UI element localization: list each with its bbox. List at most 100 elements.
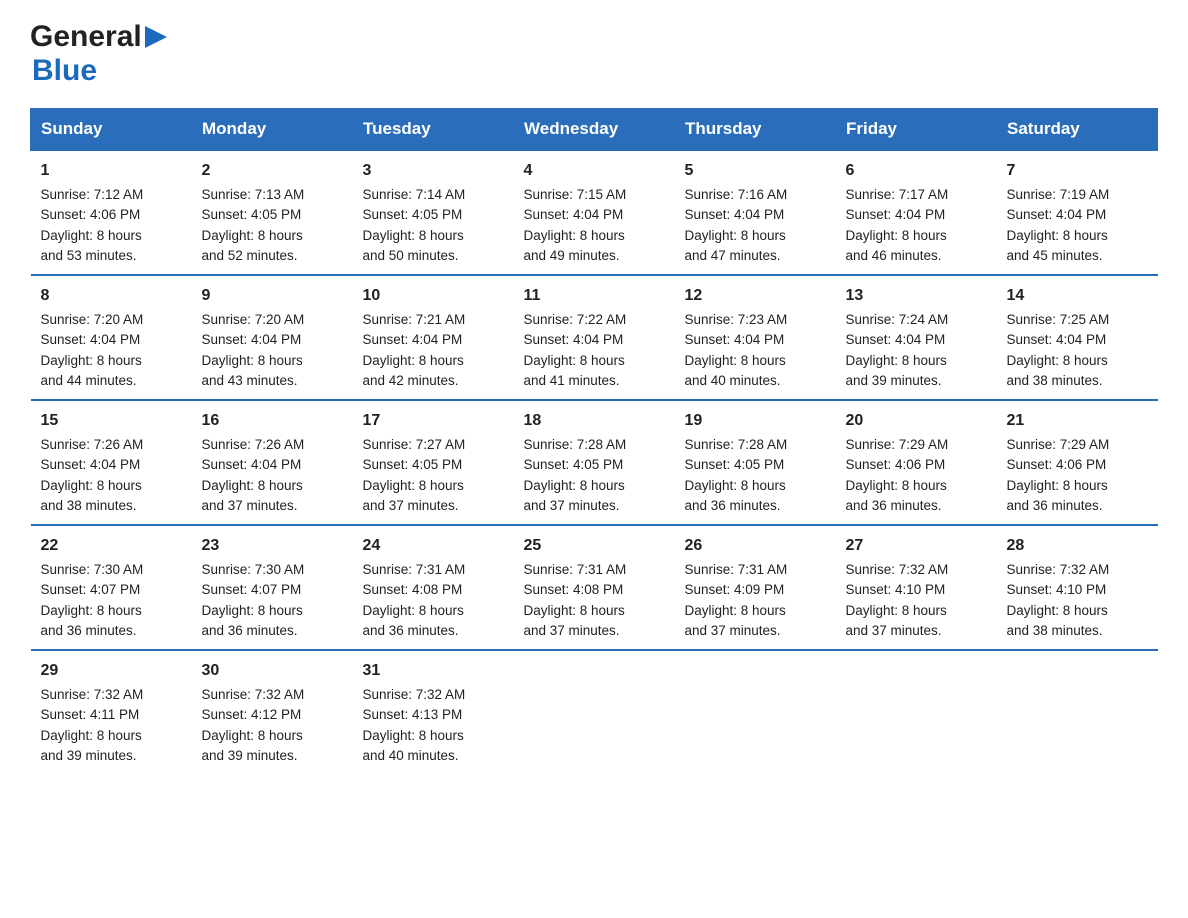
daylight-minutes: and 43 minutes. xyxy=(202,373,298,388)
sunset-label: Sunset: 4:04 PM xyxy=(202,457,302,472)
daylight-minutes: and 40 minutes. xyxy=(685,373,781,388)
weekday-header-wednesday: Wednesday xyxy=(514,109,675,151)
daylight-label: Daylight: 8 hours xyxy=(524,478,625,493)
day-number: 27 xyxy=(846,534,987,558)
calendar-cell xyxy=(836,650,997,774)
day-number: 22 xyxy=(41,534,182,558)
day-number: 21 xyxy=(1007,409,1148,433)
calendar-week-row: 1 Sunrise: 7:12 AM Sunset: 4:06 PM Dayli… xyxy=(31,150,1158,275)
sunset-label: Sunset: 4:07 PM xyxy=(202,582,302,597)
day-number: 10 xyxy=(363,284,504,308)
sunset-label: Sunset: 4:04 PM xyxy=(1007,332,1107,347)
sunrise-label: Sunrise: 7:26 AM xyxy=(41,437,144,452)
daylight-minutes: and 41 minutes. xyxy=(524,373,620,388)
sunrise-label: Sunrise: 7:20 AM xyxy=(41,312,144,327)
daylight-minutes: and 38 minutes. xyxy=(1007,623,1103,638)
sunset-label: Sunset: 4:13 PM xyxy=(363,707,463,722)
sunrise-label: Sunrise: 7:32 AM xyxy=(1007,562,1110,577)
sunrise-label: Sunrise: 7:31 AM xyxy=(524,562,627,577)
daylight-label: Daylight: 8 hours xyxy=(202,603,303,618)
sunrise-label: Sunrise: 7:21 AM xyxy=(363,312,466,327)
sunrise-label: Sunrise: 7:16 AM xyxy=(685,187,788,202)
sunrise-label: Sunrise: 7:26 AM xyxy=(202,437,305,452)
daylight-label: Daylight: 8 hours xyxy=(685,478,786,493)
daylight-label: Daylight: 8 hours xyxy=(41,478,142,493)
daylight-minutes: and 37 minutes. xyxy=(524,623,620,638)
daylight-minutes: and 39 minutes. xyxy=(202,748,298,763)
day-number: 6 xyxy=(846,159,987,183)
day-number: 4 xyxy=(524,159,665,183)
calendar-cell: 22 Sunrise: 7:30 AM Sunset: 4:07 PM Dayl… xyxy=(31,525,192,650)
daylight-minutes: and 45 minutes. xyxy=(1007,248,1103,263)
weekday-header-thursday: Thursday xyxy=(675,109,836,151)
sunrise-label: Sunrise: 7:31 AM xyxy=(363,562,466,577)
sunrise-label: Sunrise: 7:28 AM xyxy=(685,437,788,452)
daylight-label: Daylight: 8 hours xyxy=(363,353,464,368)
daylight-minutes: and 52 minutes. xyxy=(202,248,298,263)
calendar-cell: 6 Sunrise: 7:17 AM Sunset: 4:04 PM Dayli… xyxy=(836,150,997,275)
daylight-label: Daylight: 8 hours xyxy=(202,228,303,243)
sunset-label: Sunset: 4:04 PM xyxy=(685,207,785,222)
daylight-label: Daylight: 8 hours xyxy=(846,478,947,493)
calendar-cell: 26 Sunrise: 7:31 AM Sunset: 4:09 PM Dayl… xyxy=(675,525,836,650)
calendar-cell: 17 Sunrise: 7:27 AM Sunset: 4:05 PM Dayl… xyxy=(353,400,514,525)
sunset-label: Sunset: 4:04 PM xyxy=(524,207,624,222)
weekday-header-row: SundayMondayTuesdayWednesdayThursdayFrid… xyxy=(31,109,1158,151)
sunrise-label: Sunrise: 7:17 AM xyxy=(846,187,949,202)
daylight-label: Daylight: 8 hours xyxy=(1007,353,1108,368)
daylight-label: Daylight: 8 hours xyxy=(202,353,303,368)
calendar-cell: 20 Sunrise: 7:29 AM Sunset: 4:06 PM Dayl… xyxy=(836,400,997,525)
calendar-cell: 31 Sunrise: 7:32 AM Sunset: 4:13 PM Dayl… xyxy=(353,650,514,774)
sunrise-label: Sunrise: 7:14 AM xyxy=(363,187,466,202)
daylight-label: Daylight: 8 hours xyxy=(846,603,947,618)
daylight-minutes: and 36 minutes. xyxy=(202,623,298,638)
weekday-header-friday: Friday xyxy=(836,109,997,151)
calendar-cell: 7 Sunrise: 7:19 AM Sunset: 4:04 PM Dayli… xyxy=(997,150,1158,275)
daylight-minutes: and 37 minutes. xyxy=(202,498,298,513)
daylight-minutes: and 37 minutes. xyxy=(685,623,781,638)
daylight-label: Daylight: 8 hours xyxy=(202,728,303,743)
daylight-minutes: and 40 minutes. xyxy=(363,748,459,763)
sunrise-label: Sunrise: 7:20 AM xyxy=(202,312,305,327)
day-number: 5 xyxy=(685,159,826,183)
calendar-cell: 12 Sunrise: 7:23 AM Sunset: 4:04 PM Dayl… xyxy=(675,275,836,400)
day-number: 28 xyxy=(1007,534,1148,558)
daylight-label: Daylight: 8 hours xyxy=(685,603,786,618)
daylight-label: Daylight: 8 hours xyxy=(524,228,625,243)
calendar-cell: 10 Sunrise: 7:21 AM Sunset: 4:04 PM Dayl… xyxy=(353,275,514,400)
calendar-cell: 1 Sunrise: 7:12 AM Sunset: 4:06 PM Dayli… xyxy=(31,150,192,275)
daylight-minutes: and 42 minutes. xyxy=(363,373,459,388)
daylight-minutes: and 37 minutes. xyxy=(846,623,942,638)
calendar-cell: 27 Sunrise: 7:32 AM Sunset: 4:10 PM Dayl… xyxy=(836,525,997,650)
daylight-label: Daylight: 8 hours xyxy=(524,353,625,368)
calendar-week-row: 15 Sunrise: 7:26 AM Sunset: 4:04 PM Dayl… xyxy=(31,400,1158,525)
daylight-label: Daylight: 8 hours xyxy=(1007,478,1108,493)
sunset-label: Sunset: 4:05 PM xyxy=(685,457,785,472)
day-number: 1 xyxy=(41,159,182,183)
sunrise-label: Sunrise: 7:30 AM xyxy=(202,562,305,577)
sunset-label: Sunset: 4:11 PM xyxy=(41,707,140,722)
daylight-label: Daylight: 8 hours xyxy=(363,728,464,743)
calendar-cell: 15 Sunrise: 7:26 AM Sunset: 4:04 PM Dayl… xyxy=(31,400,192,525)
sunrise-label: Sunrise: 7:32 AM xyxy=(202,687,305,702)
sunset-label: Sunset: 4:05 PM xyxy=(524,457,624,472)
day-number: 29 xyxy=(41,659,182,683)
sunrise-label: Sunrise: 7:32 AM xyxy=(363,687,466,702)
daylight-label: Daylight: 8 hours xyxy=(1007,603,1108,618)
page-header: General Blue xyxy=(30,20,1158,88)
sunset-label: Sunset: 4:04 PM xyxy=(1007,207,1107,222)
sunset-label: Sunset: 4:04 PM xyxy=(202,332,302,347)
daylight-minutes: and 36 minutes. xyxy=(1007,498,1103,513)
weekday-header-saturday: Saturday xyxy=(997,109,1158,151)
day-number: 26 xyxy=(685,534,826,558)
day-number: 15 xyxy=(41,409,182,433)
sunset-label: Sunset: 4:04 PM xyxy=(846,207,946,222)
logo-general-text: General xyxy=(30,20,142,54)
sunset-label: Sunset: 4:04 PM xyxy=(846,332,946,347)
calendar-cell: 5 Sunrise: 7:16 AM Sunset: 4:04 PM Dayli… xyxy=(675,150,836,275)
sunset-label: Sunset: 4:04 PM xyxy=(524,332,624,347)
daylight-minutes: and 39 minutes. xyxy=(41,748,137,763)
sunset-label: Sunset: 4:04 PM xyxy=(41,332,141,347)
sunrise-label: Sunrise: 7:15 AM xyxy=(524,187,627,202)
sunrise-label: Sunrise: 7:22 AM xyxy=(524,312,627,327)
